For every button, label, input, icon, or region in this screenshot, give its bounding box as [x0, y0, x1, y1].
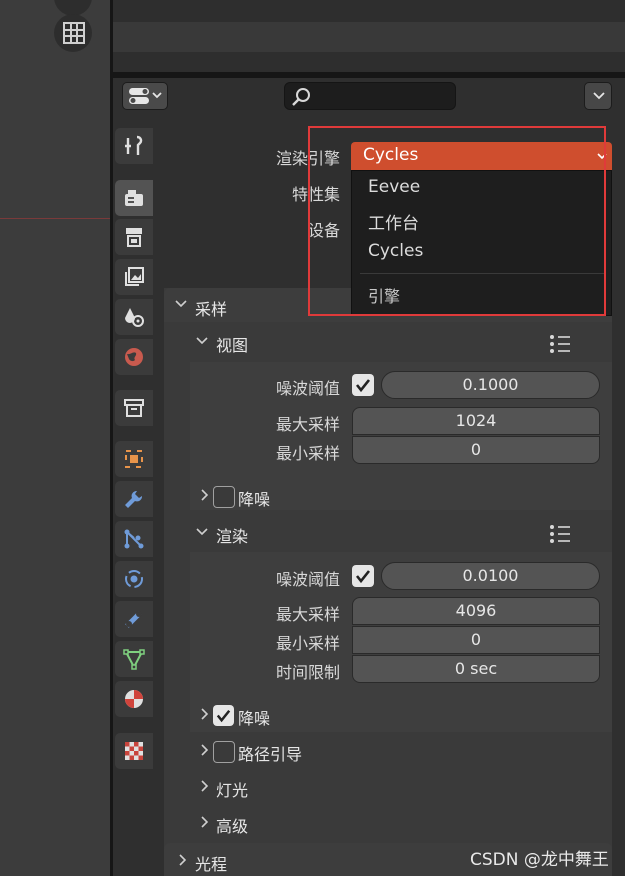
mesh-data-icon	[123, 649, 145, 670]
editor-type-button[interactable]	[122, 82, 168, 110]
outliner-row[interactable]	[113, 22, 625, 52]
grid-icon	[63, 22, 85, 44]
render-max-samples-field[interactable]: 4096	[352, 597, 600, 625]
tab-world[interactable]	[115, 339, 153, 375]
tab-modifiers[interactable]	[115, 481, 153, 517]
highlight-box	[308, 126, 606, 316]
world-icon	[125, 348, 143, 366]
path-guiding-checkbox[interactable]	[213, 741, 235, 763]
advanced-subpanel-title[interactable]: 高级	[216, 813, 248, 837]
scene-icon	[125, 308, 144, 327]
viewport-subpanel-title[interactable]: 视图	[216, 332, 248, 356]
chevron-down-icon	[175, 300, 187, 308]
texture-icon	[125, 742, 143, 760]
viewport-noise-threshold-field[interactable]: 0.1000	[381, 371, 600, 399]
tab-scene[interactable]	[115, 299, 153, 335]
render-denoise-checkbox[interactable]	[213, 705, 234, 726]
render-denoise-label[interactable]: 降噪	[238, 705, 270, 729]
tab-particles[interactable]	[115, 521, 153, 557]
viewport-max-samples-label: 最大采样	[275, 415, 340, 434]
outliner-area	[113, 0, 625, 72]
render-max-samples-label: 最大采样	[275, 605, 340, 624]
list-menu-icon[interactable]	[548, 333, 572, 355]
render-time-limit-label: 时间限制	[275, 663, 340, 682]
viewport-noise-threshold-label: 噪波阈值	[275, 379, 340, 398]
chevron-down-icon	[593, 92, 605, 100]
lights-subpanel-title[interactable]: 灯光	[216, 777, 248, 801]
tab-material[interactable]	[115, 681, 153, 717]
tab-tool[interactable]	[115, 128, 153, 164]
viewport-min-samples-field[interactable]: 0	[352, 436, 600, 464]
watermark: CSDN @龙中舞王	[470, 850, 609, 870]
viewport-max-samples-field[interactable]: 1024	[352, 407, 600, 435]
chevron-right-icon	[201, 744, 209, 756]
tab-collection[interactable]	[115, 390, 153, 426]
search-input[interactable]	[284, 82, 456, 110]
render-noise-threshold-checkbox[interactable]	[352, 565, 374, 587]
chevron-right-icon	[201, 780, 209, 792]
path-guiding-label[interactable]: 路径引导	[238, 741, 302, 765]
material-icon	[125, 690, 143, 708]
constraints-icon	[125, 611, 142, 628]
particles-icon	[124, 529, 144, 549]
options-dropdown-button[interactable]	[584, 82, 612, 110]
tab-texture[interactable]	[115, 733, 153, 769]
tab-object[interactable]	[115, 441, 153, 477]
render-min-samples-field[interactable]: 0	[352, 626, 600, 654]
checkmark-icon	[355, 570, 371, 584]
tab-render[interactable]	[115, 180, 153, 216]
checkmark-icon	[355, 379, 371, 393]
checkmark-icon	[216, 709, 231, 723]
list-menu-icon[interactable]	[548, 523, 572, 545]
chevron-right-icon	[179, 854, 187, 866]
tab-physics[interactable]	[115, 561, 153, 597]
wrench-icon	[125, 490, 143, 508]
sampling-title: 采样	[195, 300, 228, 319]
chevron-right-icon	[201, 708, 209, 720]
tab-constraints[interactable]	[115, 601, 153, 637]
view-layer-icon	[125, 267, 144, 286]
render-min-samples-label: 最小采样	[275, 634, 340, 653]
chevron-down-icon	[196, 337, 208, 345]
tab-view-layer[interactable]	[115, 259, 153, 295]
light-paths-title: 光程	[195, 855, 228, 874]
tab-data[interactable]	[115, 641, 153, 677]
viewport-denoise-label[interactable]: 降噪	[238, 486, 270, 510]
object-icon	[125, 450, 143, 468]
search-icon	[292, 88, 310, 106]
viewport-area[interactable]	[0, 0, 110, 876]
tool-icon	[125, 135, 143, 155]
render-noise-threshold-field[interactable]: 0.0100	[381, 562, 600, 590]
tab-output[interactable]	[115, 219, 153, 255]
editor-type-icon	[129, 88, 162, 104]
render-time-limit-field[interactable]: 0 sec	[352, 655, 600, 683]
viewport-denoise-checkbox[interactable]	[213, 486, 235, 508]
viewport-min-samples-label: 最小采样	[275, 444, 340, 463]
viewport-axis-line	[0, 218, 110, 219]
chevron-right-icon	[201, 816, 209, 828]
collection-icon	[124, 399, 144, 417]
chevron-right-icon	[201, 489, 209, 501]
physics-icon	[125, 570, 143, 588]
render-subpanel-title[interactable]: 渲染	[216, 523, 248, 547]
render-icon	[125, 190, 143, 206]
viewport-noise-threshold-checkbox[interactable]	[352, 374, 374, 396]
chevron-down-icon	[196, 528, 208, 536]
output-icon	[126, 228, 142, 247]
render-noise-threshold-label: 噪波阈值	[275, 570, 340, 589]
